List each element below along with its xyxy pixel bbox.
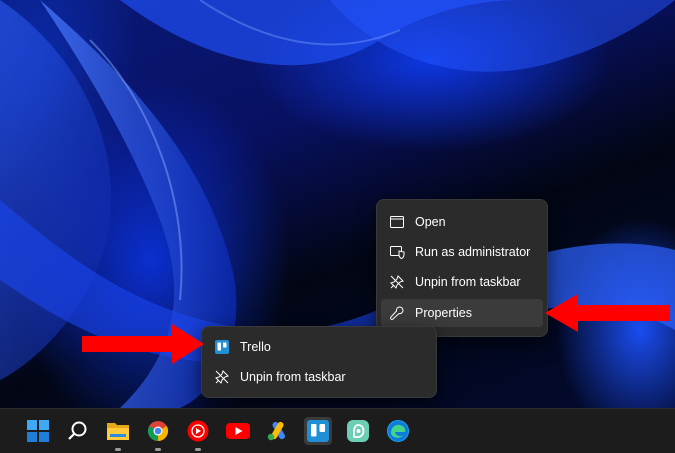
context-menu: Open Run as administrator Unpin from tas… [376,199,548,337]
file-explorer-icon[interactable] [104,417,132,451]
chrome-icon[interactable] [144,417,172,451]
running-indicator [155,448,161,451]
menu-item-properties[interactable]: Properties [381,299,543,327]
red-arrow-right [545,294,670,332]
wrench-icon [389,305,405,321]
window-icon [389,214,405,230]
unpin-icon [214,369,230,385]
app-icon[interactable] [344,417,372,445]
jump-list-item-label: Trello [240,340,271,354]
running-indicator [195,448,201,451]
menu-item-label: Run as administrator [415,245,531,259]
menu-item-label: Properties [415,306,472,320]
menu-item-open[interactable]: Open [381,208,543,236]
jump-list-item-label: Unpin from taskbar [240,370,346,384]
menu-item-run-as-administrator[interactable]: Run as administrator [381,238,543,266]
jump-list-item-trello[interactable]: Trello [206,333,432,361]
red-arrow-left [82,324,204,364]
shield-icon [389,244,405,260]
search-icon[interactable] [64,417,92,445]
jump-list: Trello Unpin from taskbar [201,326,437,398]
menu-item-label: Open [415,215,446,229]
menu-item-unpin-from-taskbar[interactable]: Unpin from taskbar [381,268,543,296]
windows-start-icon[interactable] [24,417,52,445]
unpin-icon [389,274,405,290]
jump-list-item-unpin-from-taskbar[interactable]: Unpin from taskbar [206,363,432,391]
menu-item-label: Unpin from taskbar [415,275,521,289]
edge-icon[interactable] [384,417,412,445]
youtube-icon[interactable] [224,417,252,445]
running-indicator [115,448,121,451]
trello-icon[interactable] [304,417,332,445]
youtube-music-icon[interactable] [184,417,212,451]
trello-icon [214,339,230,355]
google-ads-icon[interactable] [264,417,292,445]
taskbar [0,408,675,453]
